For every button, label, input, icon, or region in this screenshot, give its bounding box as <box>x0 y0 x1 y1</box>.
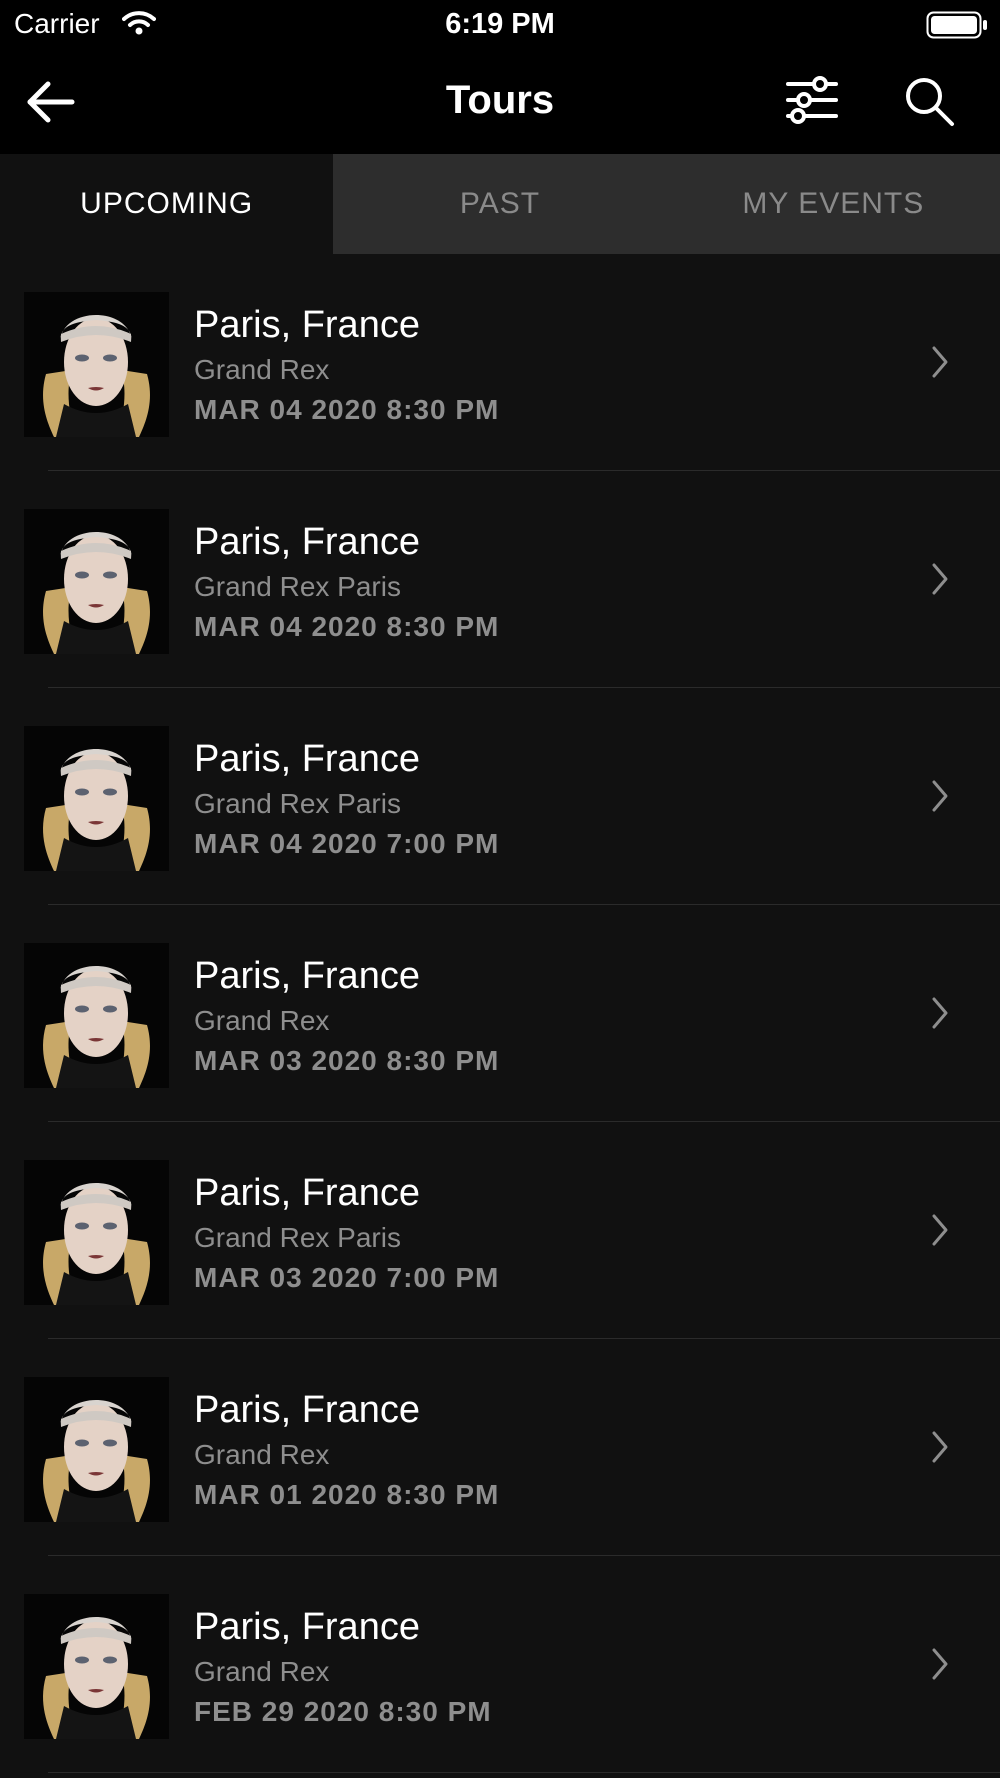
event-row[interactable]: Paris, France Grand Rex Paris MAR 04 202… <box>0 471 1000 688</box>
event-city: Paris, France <box>194 738 420 780</box>
chevron-right-icon <box>932 1431 948 1463</box>
event-venue: Grand Rex <box>194 1439 330 1470</box>
nav-bar: Tours <box>0 50 1000 154</box>
event-date: FEB 29 2020 8:30 PM <box>194 1696 492 1727</box>
event-row[interactable]: Paris, France Grand Rex MAR 01 2020 8:30… <box>0 1339 1000 1556</box>
event-city: Paris, France <box>194 304 420 346</box>
event-venue: Grand Rex <box>194 1656 330 1687</box>
event-row[interactable]: Paris, France Grand Rex MAR 03 2020 8:30… <box>0 905 1000 1122</box>
event-artist-thumbnail <box>24 726 169 871</box>
event-artist-thumbnail <box>24 1160 169 1305</box>
tab-bar: UPCOMING PAST MY EVENTS <box>0 154 1000 254</box>
event-venue: Grand Rex Paris <box>194 788 401 819</box>
event-date: MAR 03 2020 8:30 PM <box>194 1045 500 1076</box>
event-city: Paris, France <box>194 521 420 563</box>
page-title: Tours <box>445 78 555 122</box>
event-city: Paris, France <box>194 1606 420 1648</box>
battery-icon <box>926 11 987 39</box>
chevron-right-icon <box>932 997 948 1029</box>
search-icon[interactable] <box>902 74 958 130</box>
event-city: Paris, France <box>194 1389 420 1431</box>
tab-past[interactable]: PAST <box>333 154 667 254</box>
event-artist-thumbnail <box>24 1594 169 1739</box>
event-list: Paris, France Grand Rex MAR 04 2020 8:30… <box>0 254 1000 1773</box>
event-row[interactable]: Paris, France Grand Rex Paris MAR 04 202… <box>0 688 1000 905</box>
event-date: MAR 04 2020 7:00 PM <box>194 828 500 859</box>
event-row[interactable]: Paris, France Grand Rex Paris MAR 03 202… <box>0 1122 1000 1339</box>
tab-upcoming[interactable]: UPCOMING <box>0 154 334 254</box>
row-divider <box>48 1772 1000 1773</box>
chevron-right-icon <box>932 1214 948 1246</box>
chevron-right-icon <box>932 780 948 812</box>
event-artist-thumbnail <box>24 292 169 437</box>
event-artist-thumbnail <box>24 1377 169 1522</box>
chevron-right-icon <box>932 346 948 378</box>
event-city: Paris, France <box>194 955 420 997</box>
chevron-right-icon <box>932 563 948 595</box>
event-venue: Grand Rex Paris <box>194 1222 401 1253</box>
event-venue: Grand Rex <box>194 1005 330 1036</box>
event-artist-thumbnail <box>24 509 169 654</box>
event-date: MAR 04 2020 8:30 PM <box>194 394 500 425</box>
chevron-right-icon <box>932 1648 948 1680</box>
event-venue: Grand Rex <box>194 354 330 385</box>
event-date: MAR 01 2020 8:30 PM <box>194 1479 500 1510</box>
event-row[interactable]: Paris, France Grand Rex FEB 29 2020 8:30… <box>0 1556 1000 1773</box>
status-time: 6:19 PM <box>445 8 555 40</box>
event-artist-thumbnail <box>24 943 169 1088</box>
event-city: Paris, France <box>194 1172 420 1214</box>
event-venue: Grand Rex Paris <box>194 571 401 602</box>
filter-sliders-icon[interactable] <box>784 74 840 126</box>
event-date: MAR 04 2020 8:30 PM <box>194 611 500 642</box>
event-date: MAR 03 2020 7:00 PM <box>194 1262 500 1293</box>
status-bar: Carrier 6:19 PM <box>0 0 1000 50</box>
tab-my-events[interactable]: MY EVENTS <box>666 154 1000 254</box>
event-row[interactable]: Paris, France Grand Rex MAR 04 2020 8:30… <box>0 254 1000 471</box>
